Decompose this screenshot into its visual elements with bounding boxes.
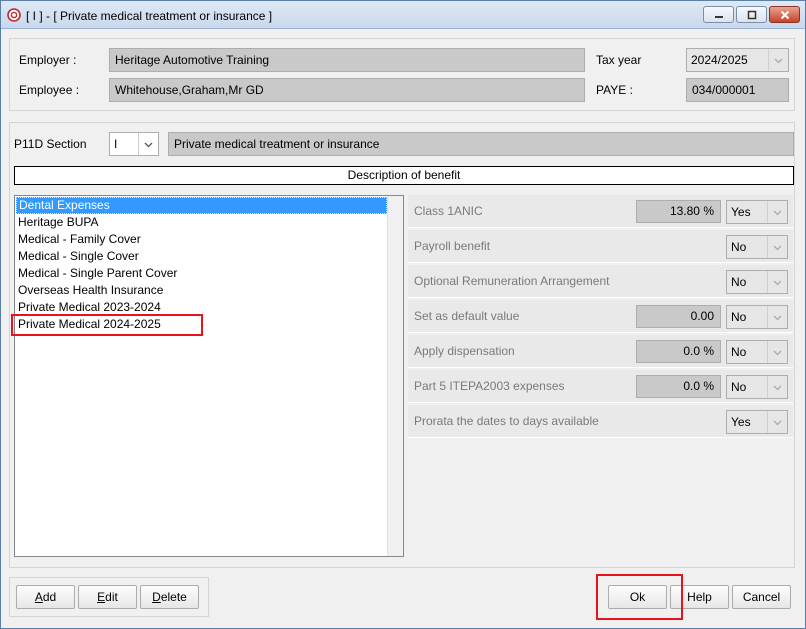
property-row-class1anic: Class 1ANIC 13.80 % Yes [408,195,793,228]
property-label: Payroll benefit [414,239,491,253]
tax-year-value: 2024/2025 [691,53,748,67]
employer-label: Employer : [19,53,77,67]
tax-year-select[interactable]: 2024/2025 [686,48,789,72]
property-row-payroll-benefit: Payroll benefit No [408,230,793,263]
list-item[interactable]: Medical - Family Cover [16,231,387,248]
maximize-button[interactable] [736,6,767,23]
property-select[interactable]: Yes [726,410,788,434]
employee-label: Employee : [19,83,80,97]
p11d-section-name: Private medical treatment or insurance [168,132,794,156]
property-value: 0.00 [636,305,721,328]
chevron-down-icon [773,350,782,355]
property-value: 13.80 % [636,200,721,223]
p11d-section-select[interactable]: I [109,132,159,156]
property-value: 0.0 % [636,375,721,398]
chevron-down-icon [773,280,782,285]
minimize-button[interactable] [703,6,734,23]
chevron-down-icon [773,385,782,390]
list-item[interactable]: Dental Expenses [16,197,387,214]
property-row-part5-itepa: Part 5 ITEPA2003 expenses 0.0 % No [408,370,793,403]
property-row-ora: Optional Remuneration Arrangement No [408,265,793,298]
property-label: Class 1ANIC [414,204,483,218]
description-header: Description of benefit [14,166,794,185]
benefit-properties: Class 1ANIC 13.80 % Yes Payroll benefit … [408,195,793,440]
property-row-prorata: Prorata the dates to days available Yes [408,405,793,438]
header-panel: Employer : Heritage Automotive Training … [9,38,795,111]
benefits-list[interactable]: Dental Expenses Heritage BUPA Medical - … [14,195,404,557]
list-item[interactable]: Medical - Single Cover [16,248,387,265]
chevron-down-icon [773,210,782,215]
property-value: 0.0 % [636,340,721,363]
cancel-button[interactable]: Cancel [732,585,791,609]
dialog-window: [ I ] - [ Private medical treatment or i… [0,0,806,629]
maximize-icon [747,10,756,19]
chevron-down-icon [773,315,782,320]
chevron-down-icon [774,58,783,63]
window-title: [ I ] - [ Private medical treatment or i… [26,9,273,23]
edit-button[interactable]: Edit [78,585,137,609]
highlight-box-list-item [11,314,203,336]
p11d-section-label: P11D Section [14,137,87,151]
property-label: Part 5 ITEPA2003 expenses [414,379,565,393]
list-item[interactable]: Medical - Single Parent Cover [16,265,387,282]
tax-year-label: Tax year [596,53,642,67]
paye-field: 034/000001 [686,78,789,102]
property-select[interactable]: Yes [726,200,788,224]
list-item[interactable]: Heritage BUPA [16,214,387,231]
list-item[interactable]: Overseas Health Insurance [16,282,387,299]
property-option: No [731,275,747,289]
property-option: No [731,345,747,359]
property-label: Apply dispensation [414,344,515,358]
property-select[interactable]: No [726,375,788,399]
employee-field: Whitehouse,Graham,Mr GD [109,78,585,102]
employer-field: Heritage Automotive Training [109,48,585,72]
property-row-default-value: Set as default value 0.00 No [408,300,793,333]
property-option: Yes [731,205,751,219]
property-select[interactable]: No [726,340,788,364]
property-select[interactable]: No [726,270,788,294]
chevron-down-icon [773,245,782,250]
chevron-down-icon [144,142,153,147]
chevron-down-icon [773,420,782,425]
add-button[interactable]: Add [16,585,75,609]
close-button[interactable] [769,6,800,23]
close-icon [780,10,789,19]
property-select[interactable]: No [726,305,788,329]
p11d-section-code: I [114,137,118,151]
property-select[interactable]: No [726,235,788,259]
property-option: No [731,310,747,324]
title-bar[interactable]: [ I ] - [ Private medical treatment or i… [1,1,805,29]
property-label: Set as default value [414,309,520,323]
minimize-icon [714,15,723,18]
list-scrollbar[interactable] [387,196,403,556]
property-option: No [731,240,747,254]
app-logo-icon [7,8,21,22]
paye-label: PAYE : [596,83,633,97]
property-option: No [731,380,747,394]
property-label: Prorata the dates to days available [414,414,599,428]
property-option: Yes [731,415,751,429]
property-row-dispensation: Apply dispensation 0.0 % No [408,335,793,368]
highlight-box-ok-button [596,574,683,620]
property-label: Optional Remuneration Arrangement [414,274,610,288]
delete-button[interactable]: Delete [140,585,199,609]
